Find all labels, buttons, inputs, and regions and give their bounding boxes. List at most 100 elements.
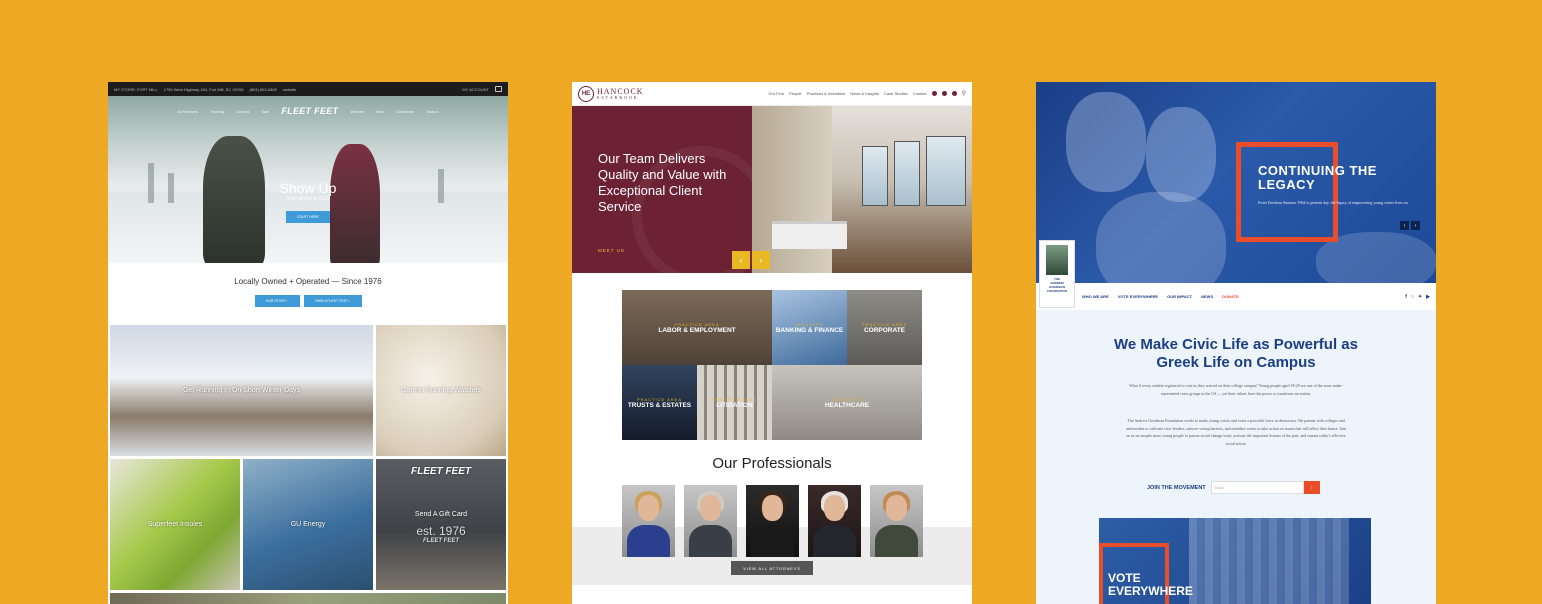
chevron-right-icon[interactable]: › — [1411, 221, 1420, 230]
twitter-icon[interactable]: ✦ — [1418, 294, 1422, 300]
ff-start-here-button[interactable]: START HERE — [286, 211, 330, 223]
ag-nav-our-impact[interactable]: OUR IMPACT — [1167, 294, 1192, 299]
ff-tile-label: Superfeet Insoles — [147, 521, 203, 528]
ff-phone[interactable]: (803) 803-0800 — [249, 87, 276, 92]
ff-tile-garmin-watches[interactable]: Garmin Running Watches — [376, 325, 506, 456]
youtube-icon[interactable]: ▶ — [1426, 294, 1430, 300]
he-logo[interactable]: HANCOCK ESTABROOK — [597, 87, 644, 100]
ag-nav-news[interactable]: NEWS — [1201, 294, 1213, 299]
he-tile-banking[interactable]: INDUSTRY BANKING & FINANCE — [772, 290, 847, 365]
he-meet-us-link[interactable]: MEET US — [598, 248, 625, 253]
he-tile-label: LABOR & EMPLOYMENT — [658, 326, 736, 334]
he-tile-healthcare[interactable]: INDUSTRY HEALTHCARE — [772, 365, 922, 440]
he-hero: Our Team Delivers Quality and Value with… — [572, 106, 972, 286]
ff-tile-gu-energy[interactable]: GU Energy — [243, 459, 373, 590]
ff-nav-journal[interactable]: Journal — [236, 109, 249, 114]
gift-card-logo-2: FLEET FEET — [423, 537, 459, 544]
ag-vote-everywhere-card[interactable]: VOTE EVERYWHERE — [1099, 518, 1371, 604]
he-tile-corporate[interactable]: PRACTICE AREA CORPORATE — [847, 290, 922, 365]
ff-nav-search[interactable]: Search — [426, 109, 439, 114]
ff-website-link[interactable]: website — [283, 87, 297, 92]
ag-hero-frame — [1236, 142, 1338, 242]
ff-tile-winter-running[interactable]: Get Running In On Short Winter Days — [110, 325, 373, 456]
ff-tile-label: Get Running In On Short Winter Days — [182, 387, 301, 394]
he-header: HE HANCOCK ESTABROOK Our Firm People Pra… — [572, 82, 972, 106]
he-nav-case-studies[interactable]: Case Studies — [884, 91, 908, 96]
ag-hero-subtitle: From Freedom Summer 1964 to present day,… — [1258, 200, 1409, 205]
ag-join-label: JOIN THE MOVEMENT — [1147, 484, 1206, 491]
ff-nav-women[interactable]: Women — [350, 109, 364, 114]
he-tile-labor[interactable]: PRACTICE AREA LABOR & EMPLOYMENT — [622, 290, 772, 365]
facebook-icon[interactable] — [951, 91, 957, 96]
ff-own-a-fleet-feet-button[interactable]: OWN A FLEET FEET › — [303, 295, 362, 307]
cart-icon[interactable] — [495, 86, 502, 92]
email-field[interactable]: Email — [1210, 481, 1304, 494]
gift-card-est: est. 1976 — [416, 523, 466, 538]
he-tile-label: BANKING & FINANCE — [775, 326, 844, 334]
facebook-icon[interactable]: f — [1405, 294, 1407, 300]
ag-card-line1: VOTE — [1108, 571, 1141, 585]
ag-nav-who-we-are[interactable]: WHO WE ARE — [1082, 294, 1109, 299]
ff-nav-sale[interactable]: Sale — [261, 109, 269, 114]
ff-nav-all-runners[interactable]: All Runners — [177, 109, 198, 114]
he-nav-people[interactable]: People — [789, 91, 801, 96]
he-tile-litigation[interactable]: PRACTICE AREA LITIGATION — [697, 365, 772, 440]
he-professionals-title: Our Professionals — [712, 455, 832, 472]
attorney-photo[interactable] — [684, 485, 737, 557]
ff-tile-row-partial — [110, 593, 506, 604]
ff-address: 1750 West Highway 160, Fort Mill, SC 297… — [163, 86, 244, 92]
instagram-icon[interactable]: ○ — [1411, 294, 1414, 300]
ff-hero: All Runners Training Journal Sale FLEET … — [108, 96, 508, 263]
linkedin-icon[interactable] — [931, 91, 937, 96]
ff-utility-bar: MY STORE: FORT MILL 1750 West Highway 16… — [108, 82, 508, 96]
he-tile-label: LITIGATION — [716, 401, 753, 409]
gift-card-logo: FLEET FEET — [411, 465, 471, 477]
fleet-feet-logo[interactable]: FLEET FEET — [281, 106, 338, 116]
he-nav-contact[interactable]: Contact — [913, 91, 927, 96]
attorney-photo[interactable] — [870, 485, 923, 557]
ff-nav-training[interactable]: Training — [210, 109, 224, 114]
ff-tile-label: GU Energy — [290, 521, 326, 528]
ag-mission-paragraph: The Andrew Goodman Foundation works to m… — [1125, 418, 1347, 446]
search-icon[interactable]: ⚲ — [962, 90, 966, 97]
fleet-feet-website-preview: MY STORE: FORT MILL 1750 West Highway 16… — [108, 82, 508, 604]
ff-tagline: Locally Owned + Operated — Since 1976 — [234, 277, 382, 286]
he-carousel-controls: ‹ › — [732, 251, 770, 269]
ag-card-title: VOTE EVERYWHERE — [1108, 572, 1193, 598]
he-tile-label: TRUSTS & ESTATES — [627, 401, 692, 409]
he-tile-label: CORPORATE — [863, 326, 906, 334]
chevron-left-icon[interactable]: ‹ — [732, 251, 750, 269]
chevron-right-icon[interactable]: › — [752, 251, 770, 269]
ff-nav-men[interactable]: Men — [376, 109, 384, 114]
andrew-goodman-foundation-website-preview: CONTINUING THE LEGACY From Freedom Summe… — [1036, 82, 1436, 604]
he-nav-our-firm[interactable]: Our Firm — [768, 91, 784, 96]
ff-tile-superfeet[interactable]: Superfeet Insoles — [110, 459, 240, 590]
ff-account-link[interactable]: MY ACCOUNT — [462, 87, 489, 92]
attorney-photo[interactable] — [746, 485, 799, 557]
chevron-left-icon[interactable]: ‹ — [1400, 221, 1409, 230]
he-nav-news[interactable]: News & Insights — [850, 91, 879, 96]
he-main-nav: Our Firm People Practices & Industries N… — [768, 90, 966, 97]
ff-our-story-button[interactable]: OUR STORY › — [254, 295, 300, 307]
ag-hero: CONTINUING THE LEGACY From Freedom Summe… — [1036, 82, 1436, 283]
submit-arrow-button[interactable]: › — [1303, 481, 1320, 494]
ag-join-form: JOIN THE MOVEMENT Email › — [1147, 481, 1320, 494]
ag-intro-paragraph: What if every student registered to vote… — [1129, 383, 1343, 396]
ff-store[interactable]: MY STORE: FORT MILL — [114, 87, 158, 92]
ff-hero-title: Show Up — [279, 180, 337, 196]
ff-tile-label: Send A Gift Card — [414, 510, 468, 518]
ag-nav-donate[interactable]: DONATE — [1222, 294, 1239, 299]
he-tile-trusts[interactable]: PRACTICE AREA TRUSTS & ESTATES — [622, 365, 697, 440]
he-nav-practices[interactable]: Practices & Industries — [807, 91, 846, 96]
ff-nav-clearance[interactable]: Clearance — [396, 109, 414, 114]
he-logo-mark[interactable]: HE — [578, 85, 594, 102]
attorney-photo[interactable] — [808, 485, 861, 557]
he-tile-label: HEALTHCARE — [824, 401, 870, 409]
ag-headline: We Make Civic Life as Powerful as Greek … — [1114, 336, 1358, 371]
ag-foundation-logo[interactable]: THE ANDREW GOODMAN FOUNDATION — [1039, 240, 1075, 308]
ff-tile-gift-card[interactable]: FLEET FEET Send A Gift Card est. 1976 FL… — [376, 459, 506, 590]
he-view-all-attorneys-button[interactable]: VIEW ALL ATTORNEYS — [731, 561, 813, 575]
attorney-photo[interactable] — [622, 485, 675, 557]
ag-nav-vote-everywhere[interactable]: VOTE EVERYWHERE — [1118, 294, 1158, 299]
twitter-icon[interactable] — [941, 91, 947, 96]
